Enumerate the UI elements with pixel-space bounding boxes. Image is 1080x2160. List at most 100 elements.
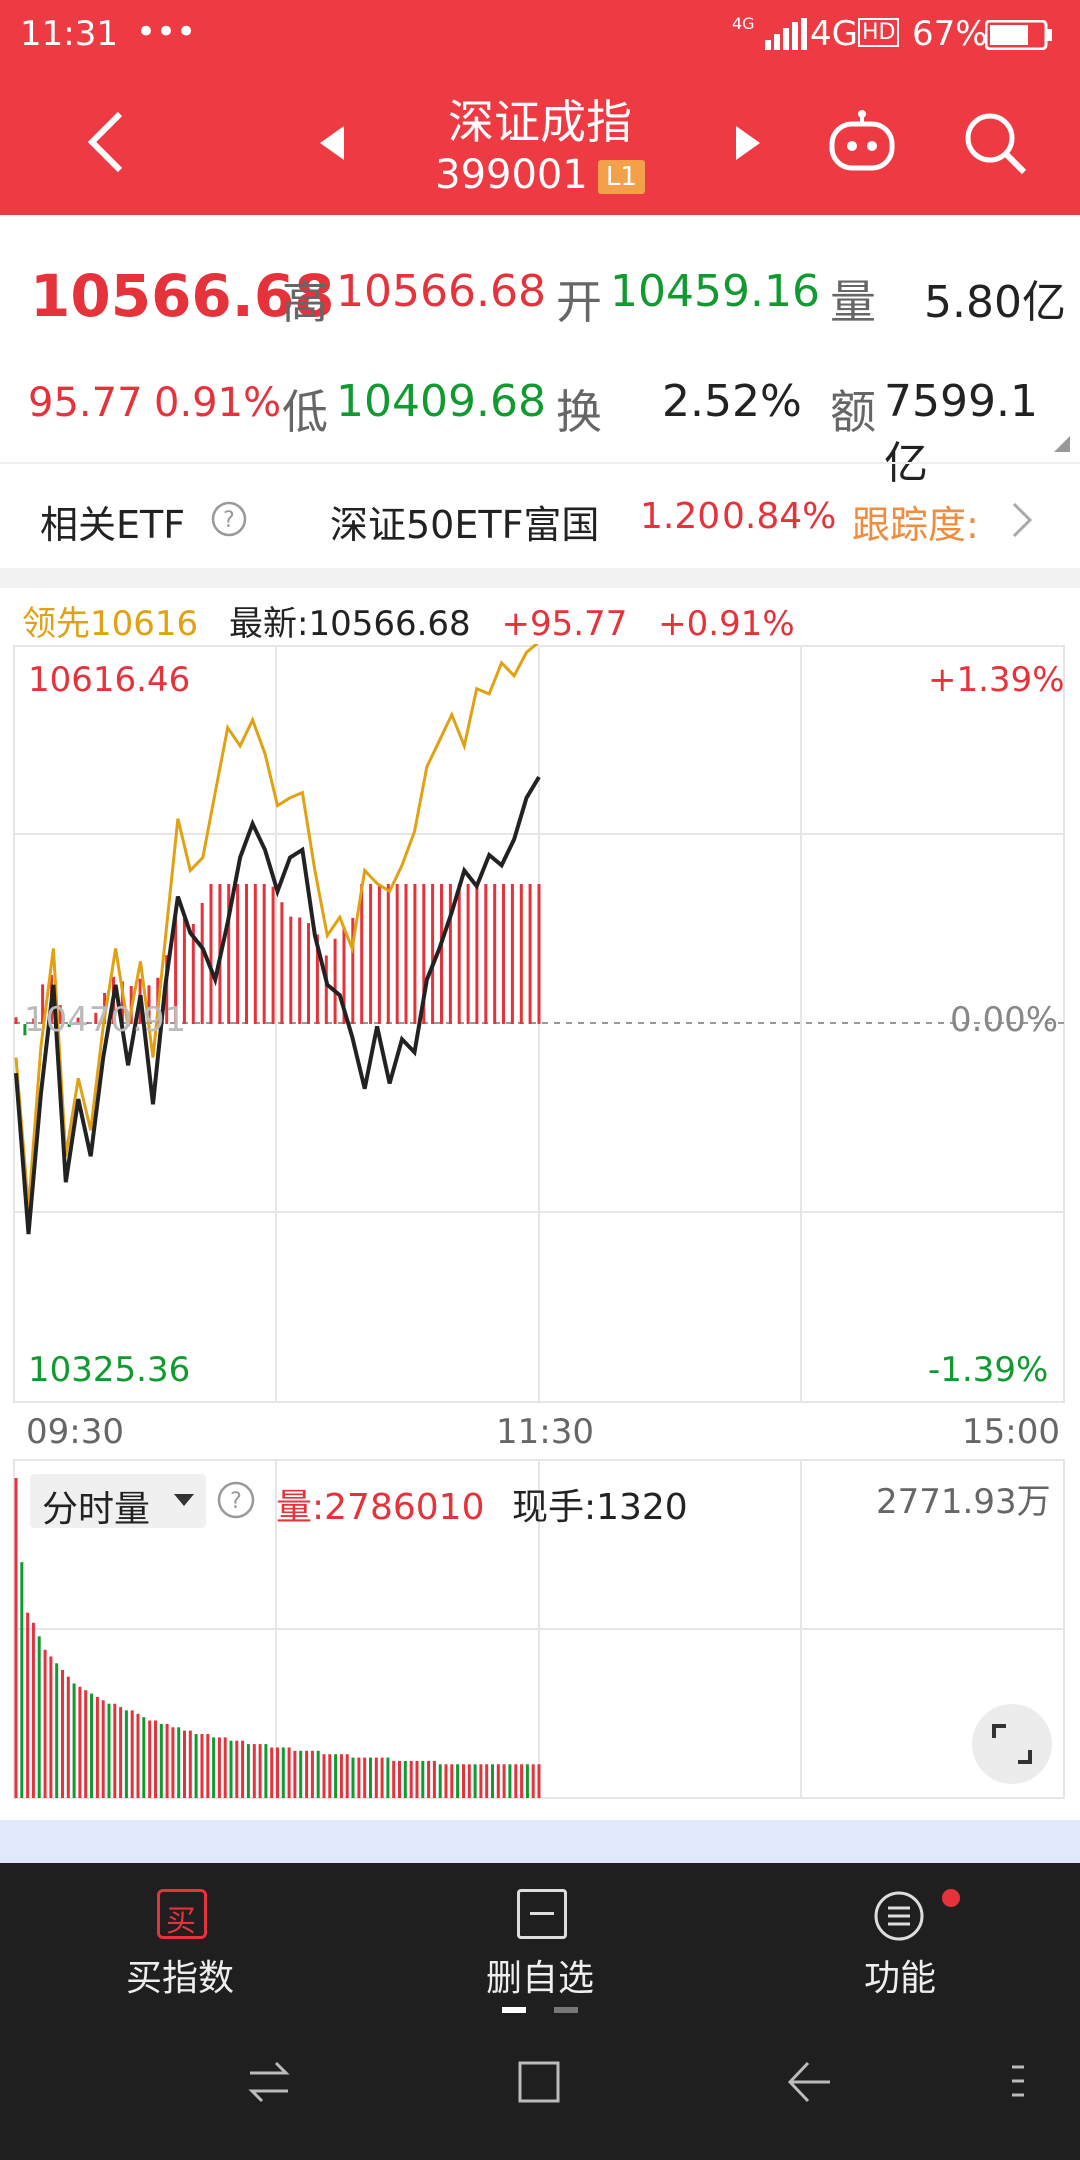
level-badge: L1 (597, 160, 645, 194)
volume-bar (374, 1757, 378, 1798)
lead-value: 10616 (90, 604, 199, 644)
nav-menu-icon[interactable] (1010, 2061, 1026, 2101)
stock-title: 深证成指 (448, 95, 632, 149)
volume-bar (386, 1757, 390, 1798)
volume-bar (462, 1764, 465, 1798)
diff-bar (271, 886, 275, 1024)
next-stock-icon[interactable] (734, 124, 762, 162)
open-label: 开 (556, 275, 602, 329)
volume-bar (20, 1562, 24, 1798)
volume-bar (276, 1747, 279, 1798)
low-value: 10409.68 (336, 376, 546, 427)
network-label: 4G (810, 14, 858, 54)
volume-bar (217, 1737, 221, 1798)
notification-dot (942, 1889, 960, 1907)
status-more-icon: ••• (136, 12, 197, 52)
etf-label: 相关ETF (40, 503, 186, 547)
volume-selector[interactable]: 分时量 (30, 1474, 206, 1530)
high-label: 高 (282, 275, 328, 329)
volume-bar (183, 1730, 186, 1798)
diff-bar (457, 884, 461, 1024)
volume-help-icon[interactable]: ? (216, 1480, 256, 1520)
volume-bar (456, 1764, 460, 1798)
volume-bar (415, 1760, 419, 1798)
volume-bar (421, 1760, 425, 1798)
expand-corner-icon[interactable] (1054, 436, 1070, 452)
volume-bar (380, 1757, 384, 1798)
search-icon[interactable] (962, 110, 1028, 176)
volume-bar (334, 1754, 338, 1798)
banner-strip[interactable] (0, 1820, 1080, 1863)
function-button[interactable]: 功能 (800, 1889, 1000, 2009)
home-square-icon[interactable] (516, 2057, 562, 2107)
diff-bar (510, 884, 514, 1024)
volume-bar (43, 1649, 47, 1798)
volume-bar (235, 1740, 239, 1798)
volume-bar (136, 1713, 140, 1798)
volume-bar (200, 1734, 204, 1798)
volume-bar (479, 1764, 483, 1798)
volume-bar (369, 1757, 372, 1798)
stock-code: 399001 (435, 152, 588, 198)
volume-bar (154, 1720, 157, 1798)
diff-bar (307, 923, 310, 1024)
volume-bar (432, 1760, 436, 1798)
y-axis-mid-label: 10470.91 (24, 1000, 187, 1040)
volume-bar (84, 1690, 88, 1798)
diff-bar (369, 884, 373, 1024)
diff-bar (466, 884, 470, 1024)
volume-bar (148, 1720, 152, 1798)
volume-bar (66, 1676, 70, 1798)
etf-pct: 0.84% (722, 496, 837, 537)
volume-bar (531, 1764, 535, 1798)
volume-bar (281, 1747, 285, 1798)
nav-back-icon[interactable] (786, 2059, 832, 2105)
volume-selector-label: 分时量 (42, 1489, 151, 1530)
time-end-label: 15:00 (962, 1412, 1060, 1452)
fullscreen-button[interactable] (972, 1704, 1052, 1784)
amount-label: 额 (830, 385, 876, 439)
bottom-toolbar: 买 买指数 删自选 功能 (0, 1863, 1080, 2160)
diff-bar (395, 884, 399, 1024)
diff-bar (200, 903, 204, 1024)
robot-assistant-icon[interactable] (826, 108, 898, 174)
volume-bar (520, 1764, 524, 1798)
remove-watchlist-button[interactable]: 删自选 (440, 1889, 640, 2009)
etf-price: 1.20 (640, 496, 721, 537)
diff-bar (475, 884, 479, 1024)
battery-percent: 67% (912, 14, 988, 54)
volume-bar (322, 1754, 326, 1798)
svg-text:?: ? (230, 1489, 242, 1514)
volume-bar (206, 1734, 210, 1798)
volume-bar (171, 1727, 175, 1798)
volume-bar (502, 1764, 506, 1798)
chevron-right-icon[interactable] (1010, 500, 1034, 540)
time-mid-label: 11:30 (496, 1412, 594, 1452)
volume-bar (14, 1478, 18, 1798)
volume-bar (107, 1703, 111, 1798)
volume-bar (159, 1723, 163, 1798)
latest-label: 最新: (228, 604, 309, 644)
diff-bar (298, 917, 302, 1024)
volume-bar (293, 1750, 297, 1798)
volume-right-value: 2771.93万 (876, 1482, 1051, 1522)
low-label: 低 (282, 385, 328, 439)
switch-icon[interactable] (246, 2059, 292, 2105)
function-label: 功能 (863, 1958, 936, 1999)
help-icon[interactable]: ? (210, 500, 248, 538)
volume-bar (409, 1760, 413, 1798)
related-etf-row[interactable]: 相关ETF ? 深证50ETF富国 1.20 0.84% 跟踪度: (0, 464, 1080, 568)
etf-track-label: 跟踪度: (852, 503, 979, 547)
volume-bar (37, 1636, 41, 1798)
diff-bar (493, 884, 497, 1024)
volume-bar (119, 1707, 123, 1798)
volume-bar (113, 1703, 117, 1798)
stock-code-row: 399001 L1 (0, 152, 1080, 198)
buy-index-button[interactable]: 买 买指数 (80, 1889, 280, 2009)
diff-bar (14, 1017, 18, 1024)
diff-bar (245, 884, 248, 1024)
volume-bar (363, 1757, 367, 1798)
volume-bar (345, 1754, 349, 1798)
volume-bar (95, 1696, 99, 1798)
dropdown-icon (174, 1494, 194, 1506)
